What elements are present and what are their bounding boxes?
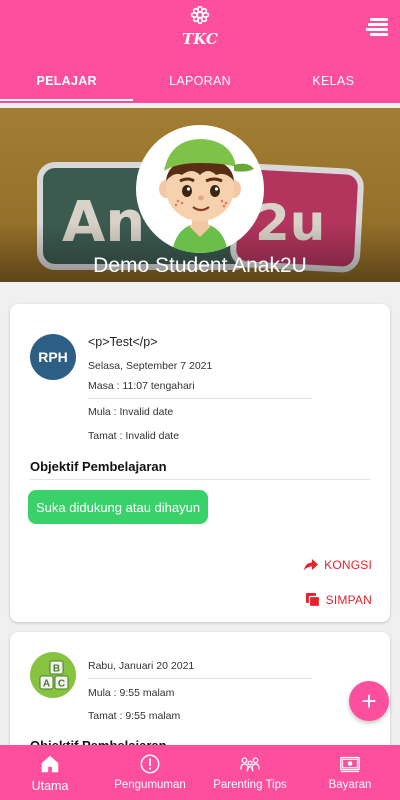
divider xyxy=(88,398,312,399)
save-label: SIMPAN xyxy=(325,593,372,607)
divider xyxy=(30,479,370,480)
card-end: Tamat : 9:55 malam xyxy=(88,710,181,722)
bottom-nav: Utama Pengumuman Parenting Tips Bayaran xyxy=(0,745,400,800)
card-end: Tamat : Invalid date xyxy=(88,430,180,442)
svg-text:B: B xyxy=(53,664,60,675)
nav-label: Utama xyxy=(31,779,69,793)
objective-chip[interactable]: Suka didukung atau dihayun xyxy=(28,490,209,524)
hamburger-menu-icon[interactable] xyxy=(366,16,388,38)
nav-label: Pengumuman xyxy=(114,779,186,791)
save-button[interactable]: SIMPAN xyxy=(305,593,372,607)
nav-label: Bayaran xyxy=(328,779,372,791)
svg-text:C: C xyxy=(58,679,65,690)
profile-banner: An 2u xyxy=(0,108,400,282)
svg-text:A: A xyxy=(43,679,50,690)
nav-utama[interactable]: Utama xyxy=(0,745,100,800)
card-start: Mula : Invalid date xyxy=(88,406,174,418)
abc-blocks-icon: B A C xyxy=(30,652,76,698)
share-label: KONGSI xyxy=(324,558,372,572)
nav-bayaran[interactable]: Bayaran xyxy=(300,745,400,800)
nav-parenting-tips[interactable]: Parenting Tips xyxy=(200,745,300,800)
tab-laporan[interactable]: LAPORAN xyxy=(133,62,266,102)
add-button[interactable]: + xyxy=(349,681,389,721)
card-date: Selasa, September 7 2021 xyxy=(88,360,213,372)
alert-circle-icon xyxy=(140,754,160,774)
nav-pengumuman[interactable]: Pengumuman xyxy=(100,745,200,800)
divider xyxy=(88,678,312,679)
tab-pelajar[interactable]: PELAJAR xyxy=(0,62,134,102)
activity-card[interactable]: RPH <p>Test</p> Selasa, September 7 2021… xyxy=(10,304,390,622)
cash-icon xyxy=(340,756,360,773)
student-name: Demo Student Anak2U xyxy=(93,254,307,277)
home-icon xyxy=(41,755,59,773)
nav-label: Parenting Tips xyxy=(213,779,287,791)
copy-icon xyxy=(305,593,320,607)
share-button[interactable]: KONGSI xyxy=(304,558,372,572)
app-logo: TKC xyxy=(178,5,222,48)
card-start: Mula : 9:55 malam xyxy=(88,687,175,699)
card-date: Rabu, Januari 20 2021 xyxy=(88,660,195,672)
card-time: Masa : 11:07 tengahari xyxy=(88,380,195,392)
tab-kelas[interactable]: KELAS xyxy=(267,62,400,102)
objective-heading: Objektif Pembelajaran xyxy=(30,459,167,474)
app-header: TKC PELAJAR LAPORAN KELAS xyxy=(0,0,400,103)
rph-badge: RPH xyxy=(30,334,76,380)
family-icon xyxy=(240,757,260,772)
logo-text: TKC xyxy=(182,30,218,48)
card-title: <p>Test</p> xyxy=(88,335,158,349)
student-avatar[interactable] xyxy=(136,125,264,253)
tab-bar: PELAJAR LAPORAN KELAS xyxy=(0,62,400,102)
share-icon xyxy=(304,559,319,571)
